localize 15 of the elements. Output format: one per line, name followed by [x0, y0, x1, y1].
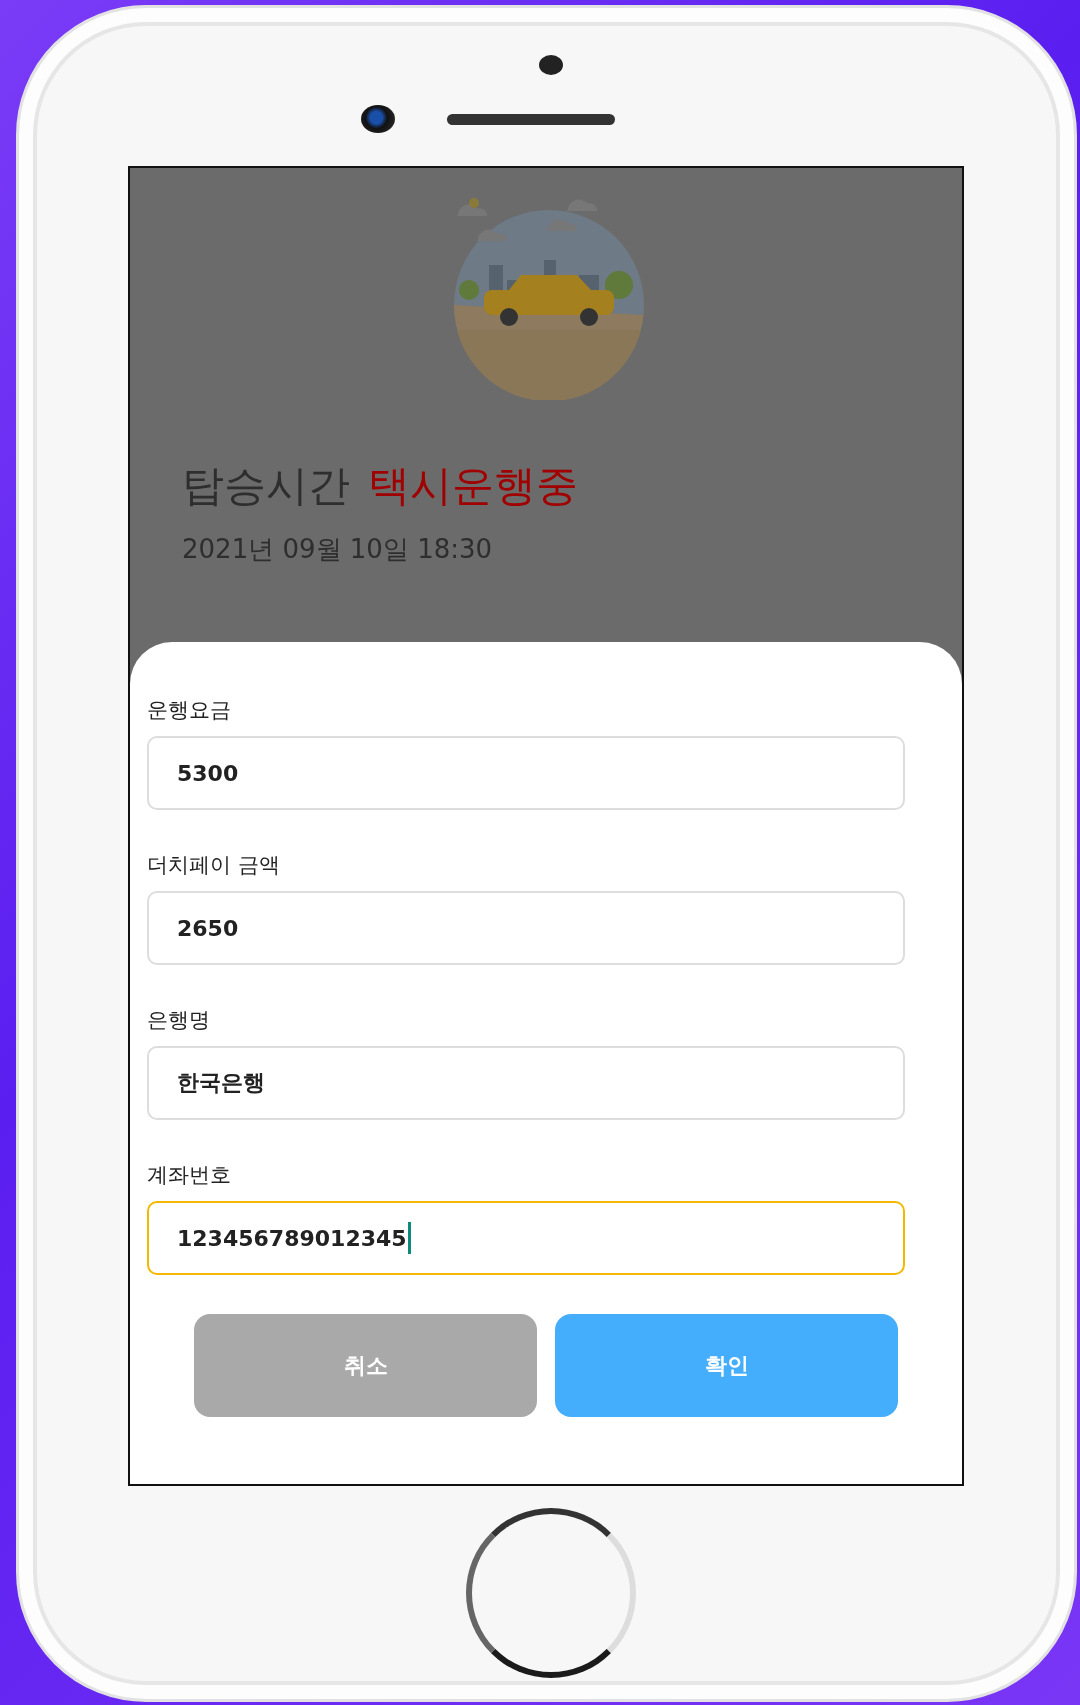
camera-lens	[361, 105, 395, 133]
ride-time-title: 탑승시간	[182, 460, 350, 512]
sensor-dot	[539, 55, 563, 75]
field-label: 은행명	[147, 1007, 211, 1032]
input-field[interactable]: 2650	[147, 891, 905, 965]
input-field[interactable]: 123456789012345	[147, 1201, 905, 1275]
input-field[interactable]: 5300	[147, 736, 905, 810]
taxi-status: 택시운행중	[368, 460, 578, 512]
field-label: 더치페이 금액	[147, 852, 281, 877]
field-label: 계좌번호	[147, 1162, 232, 1187]
input-field[interactable]: 한국은행	[147, 1046, 905, 1120]
text-cursor	[407, 1222, 411, 1254]
field-label: 운행요금	[147, 697, 232, 722]
home-button[interactable]	[466, 1508, 636, 1678]
ride-datetime: 2021년 09월 10일 18:30	[182, 533, 494, 566]
